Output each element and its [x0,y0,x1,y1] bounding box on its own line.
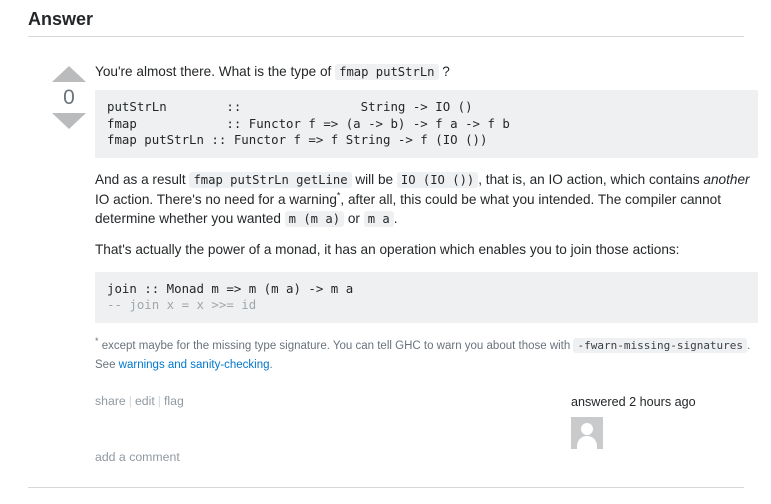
inline-code-io-io: IO (IO ()) [396,172,479,189]
footnote: * except maybe for the missing type sign… [95,337,758,375]
divider-top [28,36,744,37]
page-title: Answer [28,9,94,29]
answered-timestamp: answered 2 hours ago [571,395,696,409]
add-comment-link[interactable]: add a comment [95,450,180,464]
divider-bottom [28,487,744,488]
result-emphasis-another: another [703,172,750,188]
footnote-seg3: . [269,359,273,372]
share-link[interactable]: share [95,394,126,408]
inline-code-m-a: m a [363,211,394,228]
intro-text-after: ? [438,64,450,79]
inline-code-m-m-a: m (m a) [284,211,345,228]
inline-code-fmap-putstrln-getline: fmap putStrLn getLine [189,172,352,189]
answer-page: Answer 0 You're almost there. What is th… [0,0,771,504]
code-block-types: putStrLn :: String -> IO () fmap :: Func… [95,90,758,159]
result-seg2: will be [351,172,397,188]
code-join-signature: join :: Monad m => m (m a) -> m a [107,280,354,296]
result-seg3: , that is, an IO action, which contains [478,172,704,188]
result-seg6: or [344,211,364,227]
menu-separator-1: | [128,394,132,408]
answer-body: You're almost there. What is the type of… [95,62,758,375]
menu-separator-2: | [157,394,161,408]
upvote-triangle-up-icon[interactable] [52,66,86,82]
paragraph-monad: That's actually the power of a monad, it… [95,242,680,258]
answer-signature: answered 2 hours ago [571,394,761,449]
intro-text-before: You're almost there. What is the type of [95,64,336,79]
result-seg1: And as a result [95,172,190,188]
result-seg4: IO action. There's no need for a warning [95,191,337,207]
inline-code-fwarn-flag: -fwarn-missing-signatures [573,338,748,354]
user-avatar-icon[interactable] [571,417,603,449]
flag-link[interactable]: flag [164,394,184,408]
vote-cell: 0 [48,66,90,129]
result-seg7: . [393,211,398,227]
inline-code-fmap-putstrln: fmap putStrLn [335,64,439,80]
answers-header: Answer [28,0,744,38]
vote-score: 0 [63,86,75,109]
footnote-link-warnings[interactable]: warnings and sanity-checking [119,359,270,371]
footnote-seg1: except maybe for the missing type signat… [98,340,574,353]
edit-link[interactable]: edit [135,394,155,408]
post-menu: share | edit | flag [95,394,184,408]
paragraph-result: And as a result fmap putStrLn getLine wi… [95,170,758,228]
paragraph-intro: You're almost there. What is the type of… [95,62,758,81]
code-block-join: join :: Monad m => m (m a) -> m a -- joi… [95,271,758,324]
downvote-triangle-down-icon[interactable] [52,113,86,129]
code-join-comment: -- join x = x >>= id [107,297,257,313]
